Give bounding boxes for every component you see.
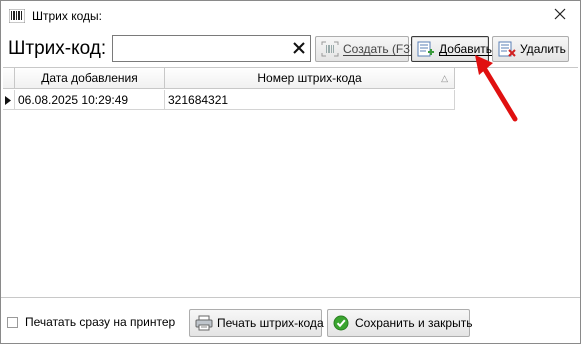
row-indicator-header: [3, 68, 15, 89]
save-and-close-button[interactable]: Сохранить и закрыть: [327, 309, 473, 337]
column-header-number[interactable]: Номер штрих-кода △: [165, 68, 455, 89]
print-barcode-button[interactable]: Печать штрих-кода: [189, 309, 324, 337]
barcodes-dialog: Штрих коды: Штрих-код: Создать (F3) Доба…: [0, 0, 581, 344]
close-icon: [554, 8, 566, 20]
footer-divider: [1, 297, 580, 298]
create-button-label: Создать (F3): [343, 42, 414, 56]
barcode-icon: [8, 8, 26, 24]
close-button[interactable]: [546, 4, 574, 28]
table-row[interactable]: 06.08.2025 10:29:49 321684321: [3, 90, 457, 110]
green-check-icon: [333, 315, 351, 331]
barcode-label: Штрих-код:: [8, 38, 107, 59]
cell-date: 06.08.2025 10:29:49: [15, 90, 165, 110]
create-button[interactable]: Создать (F3): [315, 36, 414, 62]
annotation-arrow: [475, 55, 518, 122]
save-and-close-label: Сохранить и закрыть: [355, 316, 473, 330]
column-header-date[interactable]: Дата добавления: [15, 68, 165, 89]
column-header-number-label: Номер штрих-кода: [257, 71, 362, 85]
print-immediately-option[interactable]: Печатать сразу на принтер: [7, 315, 175, 329]
row-indicator: [3, 90, 15, 110]
clear-icon: [293, 42, 305, 54]
print-immediately-label: Печатать сразу на принтер: [25, 315, 176, 329]
print-immediately-checkbox[interactable]: [7, 316, 18, 328]
cell-number: 321684321: [165, 90, 455, 110]
barcode-scan-icon: [321, 41, 339, 57]
add-document-icon: [417, 41, 435, 57]
print-barcode-label: Печать штрих-кода: [217, 316, 324, 330]
current-row-icon: [5, 96, 11, 105]
barcode-field: [112, 35, 311, 62]
window-title: Штрих коды:: [32, 9, 102, 23]
title-bar: Штрих коды:: [1, 1, 580, 32]
printer-icon: [195, 315, 213, 331]
table-header: Дата добавления Номер штрих-кода △: [3, 68, 457, 90]
barcode-input[interactable]: [115, 38, 291, 59]
sort-ascending-icon: △: [441, 73, 448, 83]
clear-input-button[interactable]: [291, 39, 307, 57]
